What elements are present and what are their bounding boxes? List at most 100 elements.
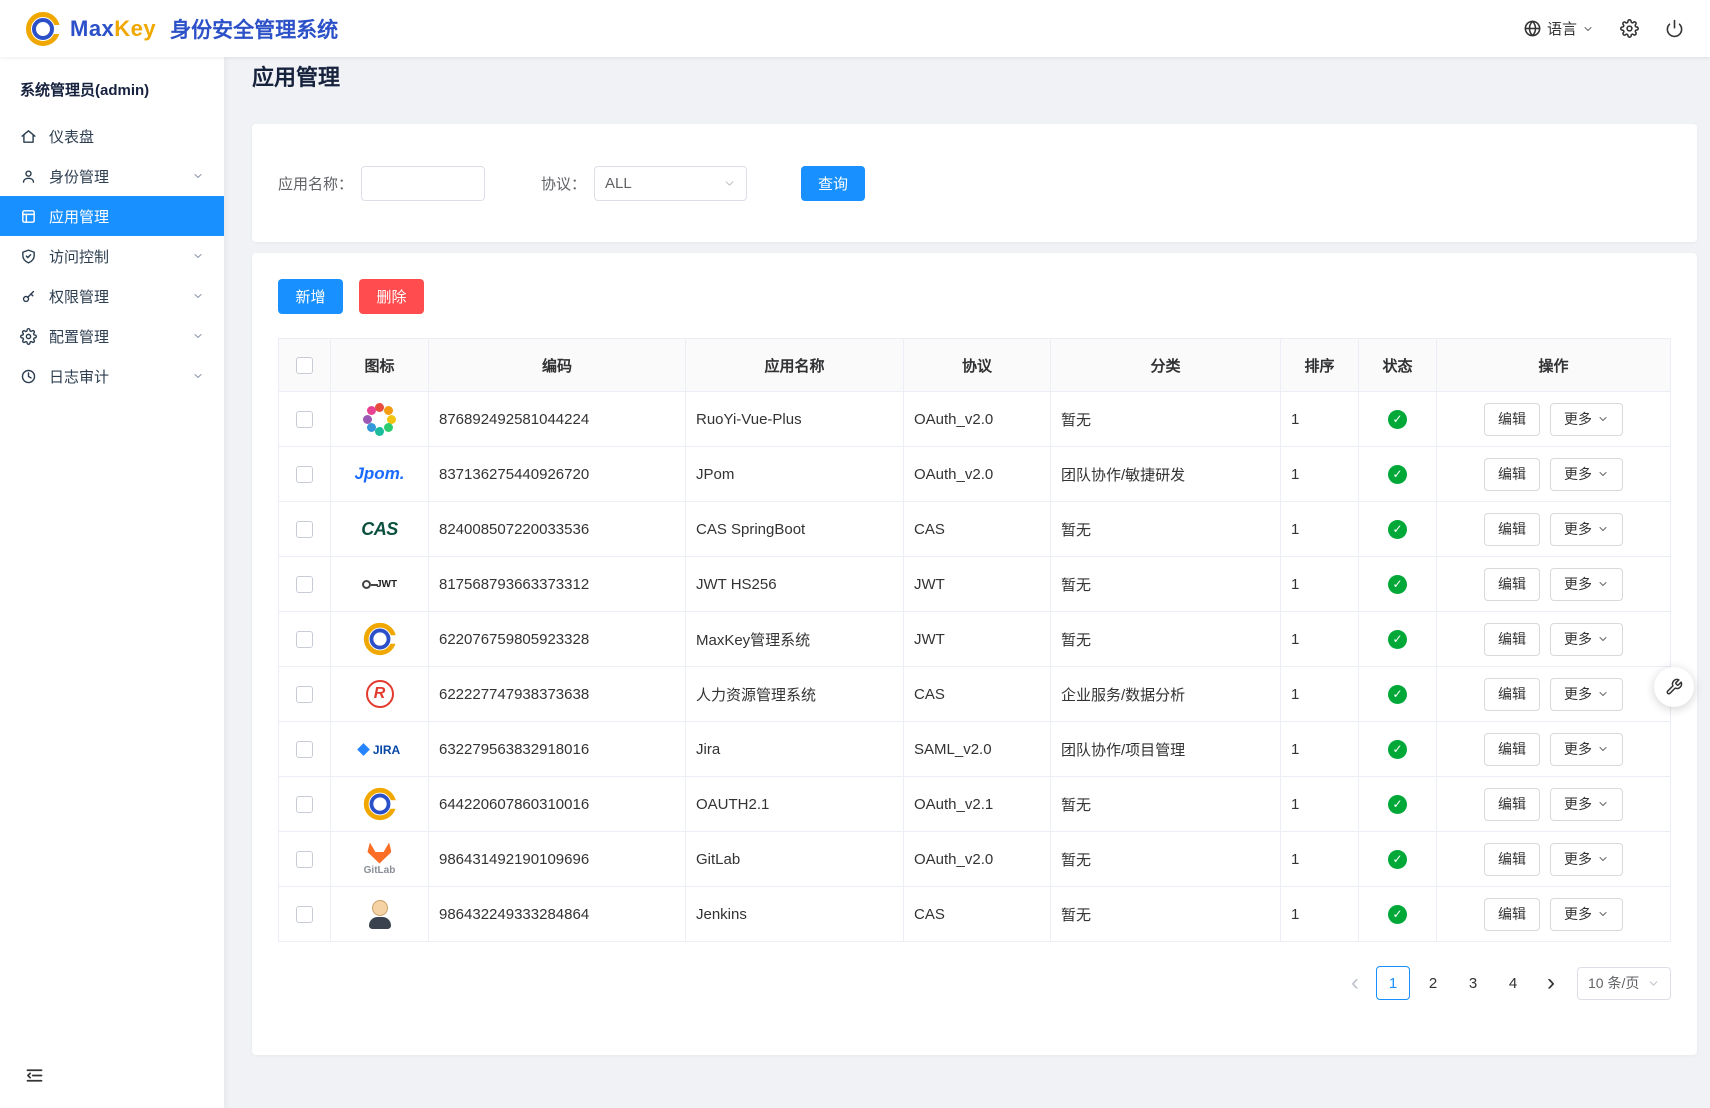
column-header-category: 分类	[1051, 339, 1281, 392]
status-active-icon: ✓	[1388, 630, 1407, 649]
brand: MaxKey 身份安全管理系统	[26, 12, 338, 46]
sidebar-item-config[interactable]: 配置管理	[0, 316, 224, 356]
app-name: 人力资源管理系统	[686, 667, 904, 722]
app-name-label: 应用名称：	[278, 173, 353, 194]
protocol-label: 协议：	[541, 173, 586, 194]
more-button[interactable]: 更多	[1550, 568, 1623, 601]
page-button-4[interactable]: 4	[1496, 966, 1530, 1000]
edit-button[interactable]: 编辑	[1484, 843, 1540, 876]
edit-button[interactable]: 编辑	[1484, 898, 1540, 931]
sidebar-item-apps[interactable]: 应用管理	[0, 196, 224, 236]
row-checkbox[interactable]	[296, 466, 313, 483]
status-active-icon: ✓	[1388, 850, 1407, 869]
sidebar-item-permission[interactable]: 权限管理	[0, 276, 224, 316]
row-checkbox[interactable]	[296, 851, 313, 868]
app-category: 暂无	[1051, 392, 1281, 447]
app-category: 暂无	[1051, 557, 1281, 612]
edit-button[interactable]: 编辑	[1484, 623, 1540, 656]
edit-button[interactable]: 编辑	[1484, 403, 1540, 436]
row-checkbox[interactable]	[296, 576, 313, 593]
delete-button[interactable]: 删除	[359, 279, 424, 314]
sidebar-item-label: 配置管理	[49, 326, 109, 347]
app-name: MaxKey管理系统	[686, 612, 904, 667]
row-checkbox[interactable]	[296, 631, 313, 648]
page-button-1[interactable]: 1	[1376, 966, 1410, 1000]
more-button[interactable]: 更多	[1550, 458, 1623, 491]
logout-button[interactable]	[1665, 19, 1684, 38]
status-active-icon: ✓	[1388, 685, 1407, 704]
more-button[interactable]: 更多	[1550, 403, 1623, 436]
floating-tool-button[interactable]	[1654, 667, 1694, 707]
more-button[interactable]: 更多	[1550, 788, 1623, 821]
page-size-value: 10 条/页	[1588, 973, 1639, 993]
more-button[interactable]: 更多	[1550, 843, 1623, 876]
protocol-select[interactable]: ALL	[594, 166, 747, 201]
row-checkbox[interactable]	[296, 906, 313, 923]
app-name: CAS SpringBoot	[686, 502, 904, 557]
more-button[interactable]: 更多	[1550, 678, 1623, 711]
sidebar-item-access[interactable]: 访问控制	[0, 236, 224, 276]
table-body: 876892492581044224RuoYi-Vue-PlusOAuth_v2…	[279, 392, 1671, 942]
more-button[interactable]: 更多	[1550, 623, 1623, 656]
table-row: Jpom.837136275440926720JPomOAuth_v2.0团队协…	[279, 447, 1671, 502]
page-title: 应用管理	[252, 60, 1697, 92]
app-name: JWT HS256	[686, 557, 904, 612]
edit-button[interactable]: 编辑	[1484, 568, 1540, 601]
page-size-select[interactable]: 10 条/页	[1577, 967, 1671, 1000]
app-sort: 1	[1281, 502, 1359, 557]
language-switcher[interactable]: 语言	[1523, 18, 1594, 39]
permission-icon	[20, 288, 37, 305]
table-row: JWT817568793663373312JWT HS256JWT暂无1✓编辑更…	[279, 557, 1671, 612]
row-checkbox[interactable]	[296, 521, 313, 538]
app-protocol: OAuth_v2.0	[904, 392, 1051, 447]
gitlab-logo: GitLab	[364, 843, 396, 876]
more-button[interactable]: 更多	[1550, 898, 1623, 931]
row-checkbox[interactable]	[296, 741, 313, 758]
next-page-button[interactable]: ›	[1539, 971, 1563, 995]
app-name-input[interactable]	[361, 166, 485, 201]
edit-button[interactable]: 编辑	[1484, 513, 1540, 546]
ruoyi-logo	[363, 402, 397, 436]
edit-button[interactable]: 编辑	[1484, 788, 1540, 821]
collapse-sidebar-button[interactable]	[24, 1065, 200, 1086]
sidebar: 系统管理员(admin) 仪表盘身份管理应用管理访问控制权限管理配置管理日志审计	[0, 57, 224, 1108]
app-sort: 1	[1281, 887, 1359, 942]
sidebar-item-dashboard[interactable]: 仪表盘	[0, 116, 224, 156]
page-button-3[interactable]: 3	[1456, 966, 1490, 1000]
add-button[interactable]: 新增	[278, 279, 343, 314]
status-active-icon: ✓	[1388, 575, 1407, 594]
row-checkbox[interactable]	[296, 686, 313, 703]
app-protocol: OAuth_v2.1	[904, 777, 1051, 832]
more-button[interactable]: 更多	[1550, 733, 1623, 766]
table-panel: 新增 删除 图标 编码 应用名称 协议 分类 排序 状态 操作	[252, 253, 1697, 1055]
status-active-icon: ✓	[1388, 520, 1407, 539]
edit-button[interactable]: 编辑	[1484, 733, 1540, 766]
table-row: R622227747938373638人力资源管理系统CAS企业服务/数据分析1…	[279, 667, 1671, 722]
select-all-checkbox[interactable]	[296, 357, 313, 374]
sidebar-item-audit[interactable]: 日志审计	[0, 356, 224, 396]
page-button-2[interactable]: 2	[1416, 966, 1450, 1000]
app-category: 团队协作/项目管理	[1051, 722, 1281, 777]
prev-page-button[interactable]: ‹	[1343, 971, 1367, 995]
edit-button[interactable]: 编辑	[1484, 458, 1540, 491]
status-active-icon: ✓	[1388, 905, 1407, 924]
chevron-down-icon	[192, 250, 204, 262]
sidebar-footer	[0, 1049, 224, 1108]
applications-table: 图标 编码 应用名称 协议 分类 排序 状态 操作 87689249258104…	[278, 338, 1671, 942]
app-code: 986432249333284864	[429, 887, 686, 942]
sidebar-item-label: 权限管理	[49, 286, 109, 307]
app-header: MaxKey 身份安全管理系统 语言	[0, 0, 1710, 57]
sidebar-item-identity[interactable]: 身份管理	[0, 156, 224, 196]
sidebar-user-title: 系统管理员(admin)	[0, 57, 224, 116]
column-header-sort: 排序	[1281, 339, 1359, 392]
sidebar-item-label: 日志审计	[49, 366, 109, 387]
more-button[interactable]: 更多	[1550, 513, 1623, 546]
app-protocol: CAS	[904, 667, 1051, 722]
edit-button[interactable]: 编辑	[1484, 678, 1540, 711]
search-button[interactable]: 查询	[801, 166, 865, 201]
table-row: 986432249333284864JenkinsCAS暂无1✓编辑更多	[279, 887, 1671, 942]
language-label: 语言	[1547, 18, 1577, 39]
row-checkbox[interactable]	[296, 411, 313, 428]
settings-gear-button[interactable]	[1620, 19, 1639, 38]
row-checkbox[interactable]	[296, 796, 313, 813]
